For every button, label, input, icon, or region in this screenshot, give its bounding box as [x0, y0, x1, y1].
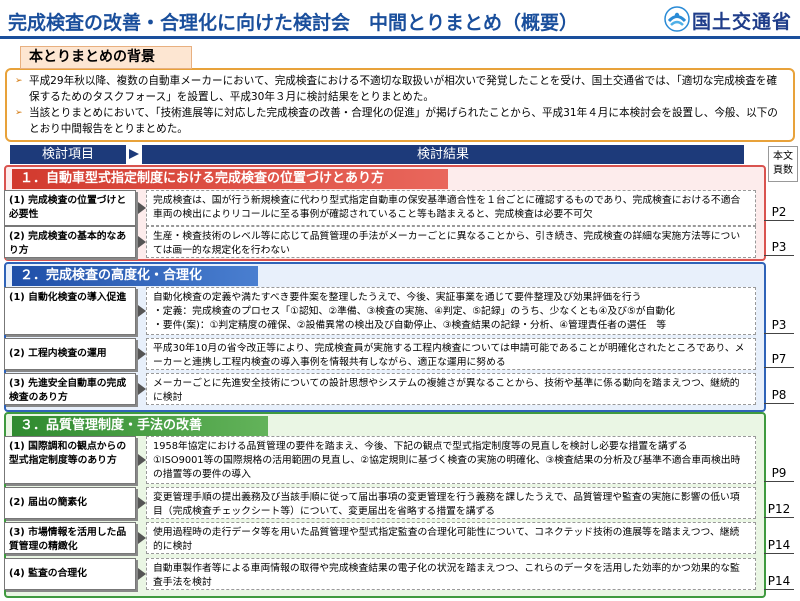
result-text: 生産・検査技術のレベル等に応じて品質管理の手法がメーカーごとに異なることから、引…: [146, 226, 756, 258]
right-arrow-icon: [138, 305, 146, 317]
section-title: ３．品質管理制度・手法の改善: [12, 416, 268, 436]
page-header: 完成検査の改善・合理化に向けた検討会 中間とりまとめ（概要） 国土交通省: [0, 0, 800, 40]
result-text: 変更管理手順の提出義務及び当該手順に従って届出事項の変更管理を行う義務を課したう…: [146, 487, 756, 519]
right-arrow-icon: [138, 454, 146, 466]
column-header-pages: 本文 頁数: [768, 146, 798, 182]
result-text: 1958年協定における品質管理の要件を踏まえ、今後、下記の観点で型式指定制度等の…: [146, 436, 756, 484]
result-text: 自動車製作者等による車両情報の取得や完成検査結果の電子化の状況を踏まえつつ、これ…: [146, 558, 756, 590]
right-arrow-icon: [138, 202, 146, 214]
item-label: (2) 工程内検査の運用: [4, 338, 136, 370]
bullet-arrow-icon: ➢: [15, 76, 23, 86]
right-arrow-icon: [138, 497, 146, 509]
bullet-arrow-icon: ➢: [15, 108, 23, 118]
item-label: (3) 先進安全自動車の完成検査のあり方: [4, 373, 136, 405]
item-label: (2) 完成検査の基本的なあり方: [4, 226, 136, 258]
ministry-name: 国土交通省: [692, 11, 793, 33]
section-title: １．自動車型式指定制度における完成検査の位置づけとあり方: [12, 169, 448, 189]
ministry-logo: 国土交通省: [664, 4, 798, 34]
page-reference: P8: [764, 388, 794, 404]
page-reference: P14: [764, 574, 794, 590]
right-arrow-icon: [129, 149, 139, 159]
background-heading: 本とりまとめの背景: [20, 46, 192, 69]
page-reference: P14: [764, 538, 794, 554]
right-arrow-icon: [138, 532, 146, 544]
background-paragraph: ➢ 平成29年秋以降、複数の自動車メーカーにおいて、完成検査における不適切な取扱…: [15, 73, 785, 105]
page-reference: P3: [764, 318, 794, 334]
result-text: 完成検査は、国が行う新規検査に代わり型式指定自動車の保安基準適合性を１台ごとに確…: [146, 190, 756, 226]
column-header-results: 検討結果: [142, 145, 744, 164]
background-paragraph: ➢ 当該とりまとめにおいて、「技術進展等に対応した完成検査の改善・合理化の促進」…: [15, 105, 785, 137]
page-reference: P3: [764, 240, 794, 256]
right-arrow-icon: [138, 568, 146, 580]
column-header-items: 検討項目: [10, 145, 126, 164]
right-arrow-icon: [138, 348, 146, 360]
right-arrow-icon: [138, 236, 146, 248]
result-text: 自動化検査の定義や満たすべき要件案を整理したうえで、今後、実証事業を通じて要件整…: [146, 287, 756, 335]
result-text: メーカーごとに先進安全技術についての設計思想やシステムの複雑さが異なることから、…: [146, 373, 756, 405]
item-label: (4) 監査の合理化: [4, 558, 136, 590]
page-reference: P7: [764, 352, 794, 368]
item-label: (1) 完成検査の位置づけと必要性: [4, 190, 136, 226]
item-label: (3) 市場情報を活用した品質管理の精緻化: [4, 522, 136, 554]
result-text: 使用過程時の走行データ等を用いた品質管理や型式指定監査の合理化可能性について、コ…: [146, 522, 756, 554]
page-title: 完成検査の改善・合理化に向けた検討会 中間とりまとめ（概要）: [8, 12, 579, 34]
right-arrow-icon: [138, 383, 146, 395]
item-label: (2) 届出の簡素化: [4, 487, 136, 519]
section-title: ２．完成検査の高度化・合理化: [12, 266, 258, 286]
page-reference: P9: [764, 466, 794, 482]
background-text: 平成29年秋以降、複数の自動車メーカーにおいて、完成検査における不適切な取扱いが…: [29, 75, 778, 103]
item-label: (1) 自動化検査の導入促進: [4, 287, 136, 335]
page-reference: P2: [764, 205, 794, 221]
result-text: 平成30年10月の省令改正等により、完成検査員が実施する工程内検査については申請…: [146, 338, 756, 370]
item-label: (1) 国際調和の観点からの型式指定制度等のあり方: [4, 436, 136, 484]
background-text: 当該とりまとめにおいて、「技術進展等に対応した完成検査の改善・合理化の促進」が掲…: [29, 107, 778, 135]
mlit-logo-icon: [664, 6, 690, 32]
background-box: ➢ 平成29年秋以降、複数の自動車メーカーにおいて、完成検査における不適切な取扱…: [5, 68, 795, 142]
page-reference: P12: [764, 502, 794, 518]
header-divider: [0, 36, 800, 39]
